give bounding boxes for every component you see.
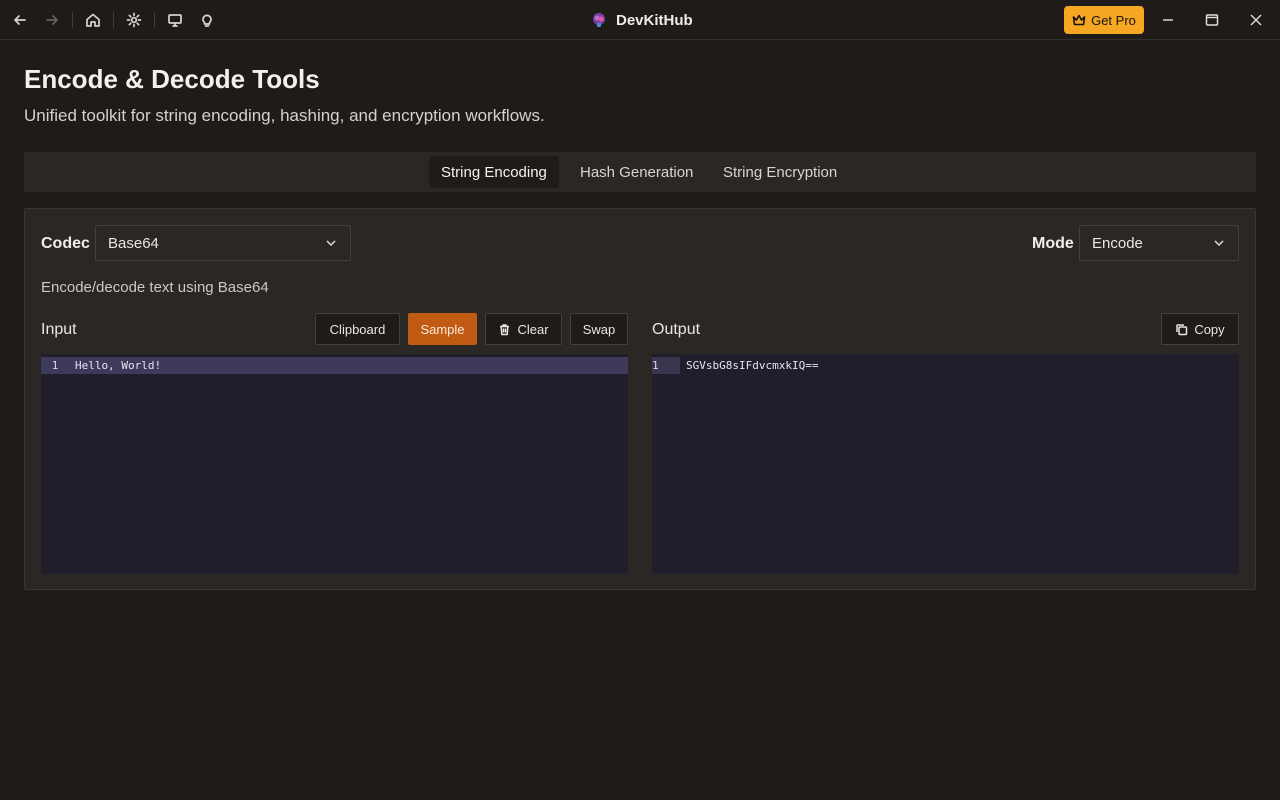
mode-label: Mode bbox=[1032, 235, 1074, 252]
copy-icon bbox=[1176, 323, 1188, 335]
back-icon[interactable] bbox=[10, 10, 30, 30]
divider bbox=[72, 12, 73, 28]
page-subtitle: Unified toolkit for string encoding, has… bbox=[24, 106, 545, 125]
output-editor[interactable]: 1 SGVsbG8sIFdvcmxkIQ== bbox=[652, 354, 1239, 574]
trash-icon bbox=[500, 323, 510, 335]
brain-icon bbox=[593, 13, 605, 27]
clear-button-label: Clear bbox=[517, 321, 549, 337]
gear-icon[interactable] bbox=[124, 10, 144, 30]
minimize-icon[interactable] bbox=[1156, 8, 1180, 32]
app-title-text: DevKitHub bbox=[616, 11, 693, 29]
editor-line: 1 SGVsbG8sIFdvcmxkIQ== bbox=[652, 357, 818, 374]
codec-select[interactable]: Base64 bbox=[95, 225, 351, 261]
mode-select[interactable]: Encode bbox=[1079, 225, 1239, 261]
tab-bar: String Encoding Hash Generation String E… bbox=[24, 152, 1256, 192]
sample-button[interactable]: Sample bbox=[408, 313, 477, 345]
clipboard-button-label: Clipboard bbox=[329, 321, 386, 337]
copy-button[interactable]: Copy bbox=[1161, 313, 1239, 345]
page-title: Encode & Decode Tools bbox=[24, 64, 320, 94]
tab-string-encryption[interactable]: String Encryption bbox=[711, 156, 849, 188]
line-text: Hello, World! bbox=[75, 359, 162, 372]
divider bbox=[154, 12, 155, 28]
crown-icon bbox=[1072, 14, 1086, 26]
input-label: Input bbox=[41, 321, 77, 338]
swap-button[interactable]: Swap bbox=[570, 313, 628, 345]
title-bar: DevKitHub Get Pro bbox=[0, 0, 1280, 40]
home-icon[interactable] bbox=[83, 10, 103, 30]
close-icon[interactable] bbox=[1244, 8, 1268, 32]
sample-button-label: Sample bbox=[420, 321, 465, 337]
codec-label: Codec bbox=[41, 235, 90, 252]
tab-hash-generation[interactable]: Hash Generation bbox=[568, 156, 705, 188]
forward-icon[interactable] bbox=[42, 10, 62, 30]
chevron-down-icon bbox=[1212, 236, 1226, 250]
monitor-icon[interactable] bbox=[165, 10, 185, 30]
input-editor[interactable]: 1 Hello, World! bbox=[41, 354, 628, 574]
clear-button[interactable]: Clear bbox=[485, 313, 562, 345]
swap-button-label: Swap bbox=[582, 321, 616, 337]
editor-line: 1 Hello, World! bbox=[41, 357, 628, 374]
line-text: SGVsbG8sIFdvcmxkIQ== bbox=[686, 359, 819, 372]
copy-button-label: Copy bbox=[1194, 321, 1225, 337]
clipboard-button[interactable]: Clipboard bbox=[315, 313, 400, 345]
tab-string-encoding[interactable]: String Encoding bbox=[429, 156, 559, 188]
maximize-icon[interactable] bbox=[1200, 8, 1224, 32]
encoding-panel: Codec Base64 Mode Encode Encode/decode t… bbox=[24, 208, 1256, 590]
get-pro-label: Get Pro bbox=[1091, 12, 1136, 28]
chevron-down-icon bbox=[324, 236, 338, 250]
get-pro-button[interactable]: Get Pro bbox=[1064, 6, 1144, 34]
mode-value: Encode bbox=[1092, 234, 1143, 252]
output-label: Output bbox=[652, 321, 701, 338]
line-number: 1 bbox=[652, 357, 680, 374]
divider bbox=[113, 12, 114, 28]
lightbulb-icon[interactable] bbox=[197, 10, 217, 30]
line-number: 1 bbox=[51, 359, 59, 372]
codec-value: Base64 bbox=[108, 234, 159, 252]
app-title: DevKitHub bbox=[590, 0, 693, 40]
codec-description: Encode/decode text using Base64 bbox=[41, 279, 269, 296]
